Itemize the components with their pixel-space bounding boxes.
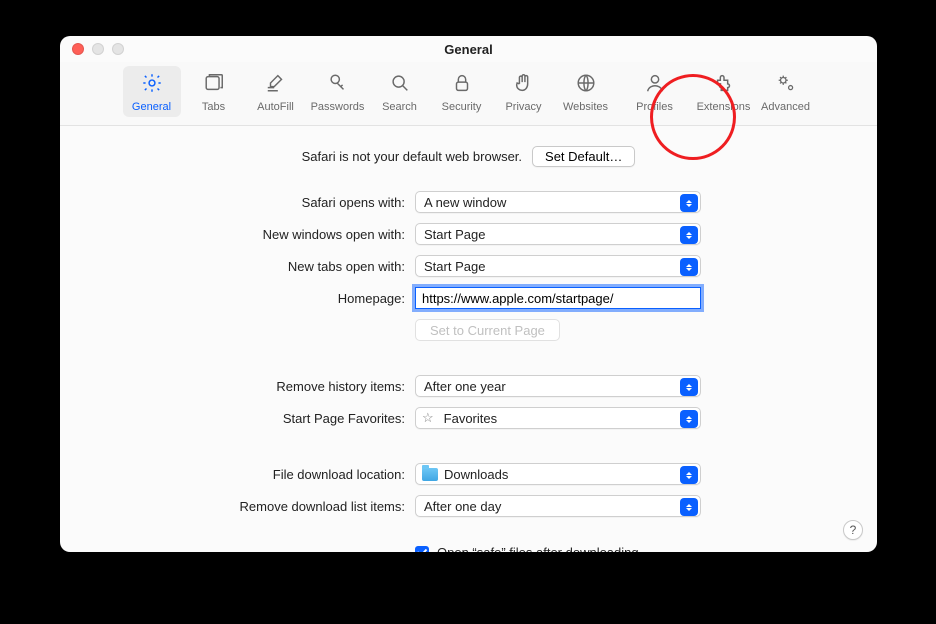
select-value: A new window bbox=[424, 195, 506, 210]
lock-icon bbox=[451, 72, 473, 97]
gear-icon bbox=[141, 72, 163, 97]
tab-label: Privacy bbox=[505, 101, 541, 113]
tab-label: Security bbox=[442, 101, 482, 113]
help-button[interactable]: ? bbox=[843, 520, 863, 540]
chevron-updown-icon bbox=[680, 378, 698, 396]
tab-profiles[interactable]: Profiles bbox=[619, 66, 691, 117]
select-value: After one year bbox=[424, 379, 506, 394]
tab-advanced[interactable]: Advanced bbox=[757, 66, 815, 117]
tab-label: Tabs bbox=[202, 101, 225, 113]
folder-icon bbox=[422, 468, 438, 481]
homepage-field[interactable] bbox=[415, 287, 701, 309]
key-icon bbox=[327, 72, 349, 97]
label-new-tabs: New tabs open with: bbox=[60, 259, 405, 274]
search-icon bbox=[389, 72, 411, 97]
tab-label: Search bbox=[382, 101, 417, 113]
label-download-location: File download location: bbox=[60, 467, 405, 482]
tab-label: Websites bbox=[563, 101, 608, 113]
tab-tabs[interactable]: Tabs bbox=[185, 66, 243, 117]
select-download-remove[interactable]: After one day bbox=[415, 495, 701, 517]
preferences-window: General General Tabs bbox=[60, 36, 877, 552]
tab-label: Advanced bbox=[761, 101, 810, 113]
tab-label: AutoFill bbox=[257, 101, 294, 113]
select-new-tabs[interactable]: Start Page bbox=[415, 255, 701, 277]
general-pane: Safari is not your default web browser. … bbox=[60, 126, 877, 552]
default-browser-row: Safari is not your default web browser. … bbox=[60, 146, 877, 167]
tab-extensions[interactable]: Extensions bbox=[695, 66, 753, 117]
pencil-icon bbox=[265, 72, 287, 97]
select-history[interactable]: After one year bbox=[415, 375, 701, 397]
chevron-updown-icon bbox=[680, 258, 698, 276]
globe-icon bbox=[575, 72, 597, 97]
tab-label: Profiles bbox=[636, 101, 673, 113]
star-icon: ☆ bbox=[422, 410, 434, 426]
select-start-favorites[interactable]: ☆ Favorites bbox=[415, 407, 701, 429]
window-title: General bbox=[60, 42, 877, 57]
chevron-updown-icon bbox=[680, 226, 698, 244]
chevron-updown-icon bbox=[680, 410, 698, 428]
set-current-page-button[interactable]: Set to Current Page bbox=[415, 319, 560, 341]
label-start-favorites: Start Page Favorites: bbox=[60, 411, 405, 426]
gears-icon bbox=[775, 72, 797, 97]
chevron-updown-icon bbox=[680, 498, 698, 516]
tab-passwords[interactable]: Passwords bbox=[309, 66, 367, 117]
puzzle-icon bbox=[713, 72, 735, 97]
tab-general[interactable]: General bbox=[123, 66, 181, 117]
label-new-windows: New windows open with: bbox=[60, 227, 405, 242]
select-value: After one day bbox=[424, 499, 501, 514]
tab-autofill[interactable]: AutoFill bbox=[247, 66, 305, 117]
select-new-windows[interactable]: Start Page bbox=[415, 223, 701, 245]
open-safe-checkbox[interactable] bbox=[415, 546, 429, 553]
select-value: Favorites bbox=[444, 411, 497, 426]
tab-search[interactable]: Search bbox=[371, 66, 429, 117]
chevron-updown-icon bbox=[680, 194, 698, 212]
set-default-button[interactable]: Set Default… bbox=[532, 146, 635, 167]
select-value: Downloads bbox=[444, 467, 508, 482]
label-history: Remove history items: bbox=[60, 379, 405, 394]
tab-label: General bbox=[132, 101, 171, 113]
select-opens-with[interactable]: A new window bbox=[415, 191, 701, 213]
preferences-toolbar: General Tabs AutoFill bbox=[60, 62, 877, 126]
person-icon bbox=[644, 72, 666, 97]
label-download-remove: Remove download list items: bbox=[60, 499, 405, 514]
tabs-icon bbox=[203, 72, 225, 97]
select-download-location[interactable]: Downloads bbox=[415, 463, 701, 485]
hand-icon bbox=[513, 72, 535, 97]
default-browser-message: Safari is not your default web browser. bbox=[302, 149, 522, 164]
tab-label: Extensions bbox=[697, 101, 751, 113]
select-value: Start Page bbox=[424, 227, 485, 242]
titlebar: General bbox=[60, 36, 877, 62]
label-homepage: Homepage: bbox=[60, 291, 405, 306]
label-opens-with: Safari opens with: bbox=[60, 195, 405, 210]
tab-websites[interactable]: Websites bbox=[557, 66, 615, 117]
tab-privacy[interactable]: Privacy bbox=[495, 66, 553, 117]
chevron-updown-icon bbox=[680, 466, 698, 484]
tab-security[interactable]: Security bbox=[433, 66, 491, 117]
open-safe-label: Open “safe” files after downloading bbox=[437, 545, 639, 552]
select-value: Start Page bbox=[424, 259, 485, 274]
tab-label: Passwords bbox=[311, 101, 365, 113]
